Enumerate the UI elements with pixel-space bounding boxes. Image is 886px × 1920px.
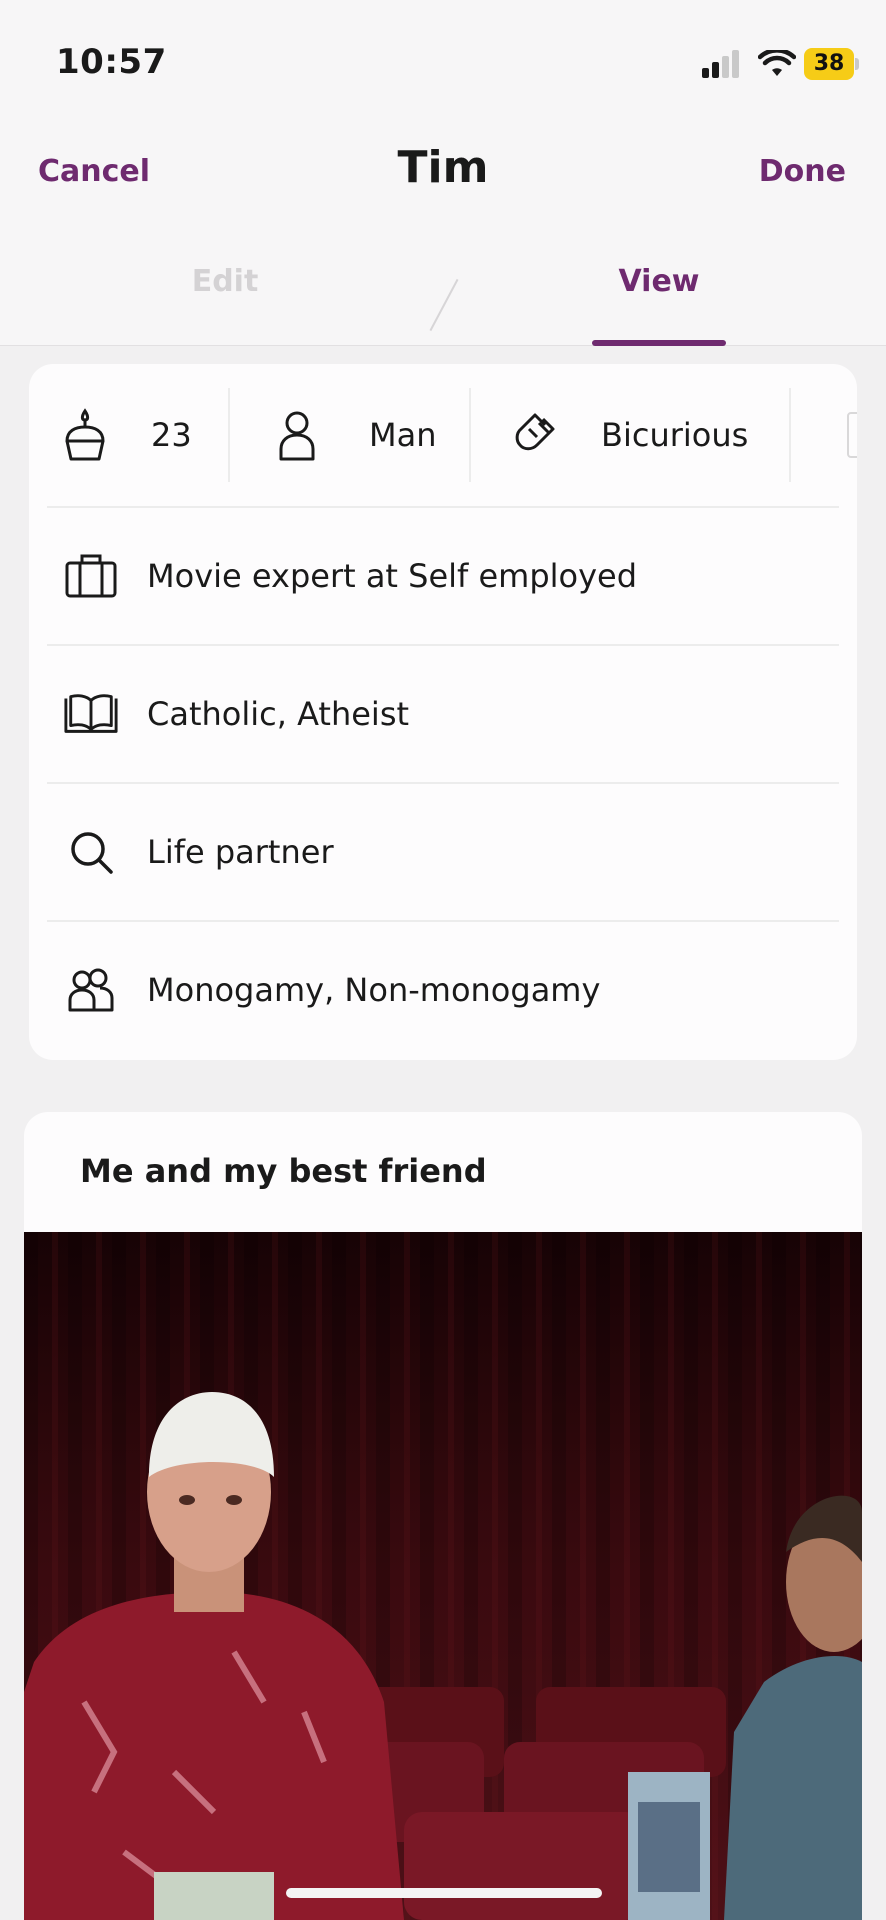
profile-row-religion: Catholic, Atheist bbox=[47, 644, 839, 782]
profile-chips-strip[interactable]: 23 Man Bicurious bbox=[29, 364, 857, 506]
cellular-signal-icon bbox=[702, 50, 739, 78]
person-icon bbox=[279, 411, 315, 461]
page-title: Tim bbox=[397, 142, 489, 193]
chip-sexuality: Bicurious bbox=[513, 388, 748, 482]
tab-view[interactable]: View bbox=[592, 264, 726, 299]
battery-icon: 38 bbox=[804, 48, 859, 80]
book-icon bbox=[64, 694, 118, 733]
chip-divider bbox=[228, 388, 230, 482]
prompt-card: Me and my best friend bbox=[24, 1112, 862, 1232]
magnet-icon bbox=[515, 413, 555, 451]
birthday-cake-icon bbox=[65, 408, 105, 461]
profile-row-religion-text: Catholic, Atheist bbox=[147, 695, 410, 733]
photo-image bbox=[24, 1232, 862, 1920]
chip-gender: Man bbox=[277, 388, 437, 482]
navigation-header: Cancel Tim Done Edit View bbox=[0, 120, 886, 346]
home-indicator bbox=[286, 1888, 602, 1898]
briefcase-icon bbox=[65, 554, 117, 598]
active-tab-indicator bbox=[592, 340, 726, 346]
done-button[interactable]: Done bbox=[759, 154, 846, 189]
chip-gender-label: Man bbox=[369, 416, 437, 454]
profile-row-looking-for: Life partner bbox=[47, 782, 839, 920]
wifi-icon bbox=[758, 50, 796, 76]
search-icon bbox=[71, 832, 113, 874]
battery-level: 38 bbox=[804, 48, 854, 80]
tab-divider bbox=[429, 278, 459, 332]
people-icon bbox=[68, 968, 114, 1012]
profile-row-relationship-type: Monogamy, Non-monogamy bbox=[47, 920, 839, 1058]
chip-divider bbox=[789, 388, 791, 482]
status-time: 10:57 bbox=[56, 42, 167, 82]
status-bar: 10:57 38 bbox=[0, 0, 886, 120]
tab-edit[interactable]: Edit bbox=[150, 264, 300, 299]
profile-row-relationship-type-text: Monogamy, Non-monogamy bbox=[147, 971, 601, 1009]
profile-row-looking-for-text: Life partner bbox=[147, 833, 334, 871]
profile-info-card: 23 Man Bicurious Movie expert at Self em… bbox=[29, 364, 857, 1060]
chip-divider bbox=[469, 388, 471, 482]
chip-age-label: 23 bbox=[151, 416, 192, 454]
profile-row-work: Movie expert at Self employed bbox=[47, 506, 839, 644]
profile-row-work-text: Movie expert at Self employed bbox=[147, 557, 638, 595]
profile-photo[interactable] bbox=[24, 1232, 862, 1920]
prompt-title: Me and my best friend bbox=[80, 1152, 487, 1190]
chip-sexuality-label: Bicurious bbox=[601, 416, 749, 454]
chip-age: 23 bbox=[61, 388, 192, 482]
chip-next-peek bbox=[847, 412, 857, 458]
